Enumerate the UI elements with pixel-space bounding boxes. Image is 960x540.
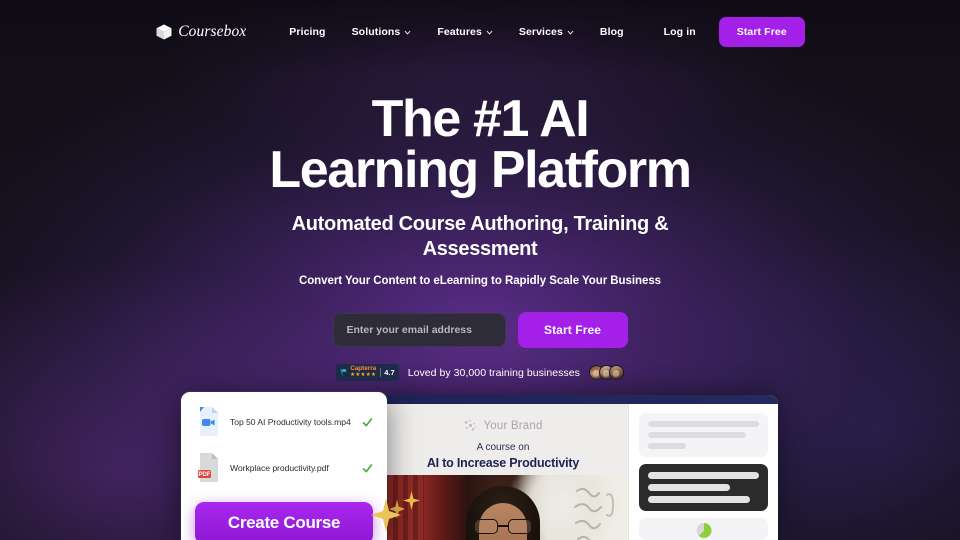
- file-row[interactable]: Top 50 AI Productivity tools.mp4: [195, 407, 373, 437]
- course-panel: Your Brand A course on AI to Increase Pr…: [378, 404, 628, 540]
- avatar-group: [588, 365, 624, 380]
- chevron-down-icon: [567, 30, 574, 35]
- presenter-head: [466, 486, 540, 540]
- chevron-down-icon: [486, 30, 493, 35]
- nav-item-blog[interactable]: Blog: [587, 20, 637, 44]
- glasses-icon: [474, 519, 532, 534]
- file-name: Workplace productivity.pdf: [230, 463, 329, 473]
- check-icon: [362, 463, 373, 472]
- nav-item-label: Features: [437, 26, 482, 38]
- course-preview-window: Your Brand A course on AI to Increase Pr…: [378, 395, 778, 540]
- whiteboard-scribbles: [574, 487, 615, 540]
- course-title: AI to Increase Productivity: [426, 456, 580, 470]
- file-upload-card: Top 50 AI Productivity tools.mp4 PDF Wor…: [181, 392, 420, 540]
- svg-text:PDF: PDF: [199, 472, 211, 478]
- scatter-dots-logo-icon: [465, 419, 477, 431]
- skeleton-progress-card: [639, 518, 768, 540]
- nav-item-label: Services: [518, 26, 563, 38]
- file-row[interactable]: PDF Workplace productivity.pdf: [195, 453, 373, 483]
- sparkle-icon: [403, 491, 420, 510]
- course-brand-row: Your Brand: [378, 404, 628, 433]
- social-proof-text: Loved by 30,000 training businesses: [407, 366, 580, 379]
- heading-line-1: The #1 AI: [371, 90, 590, 148]
- navbar-start-free-button[interactable]: Start Free: [718, 17, 805, 47]
- skeleton-card-dark: [639, 464, 768, 511]
- login-link[interactable]: Log in: [651, 20, 709, 44]
- hero-subheading: Automated Course Authoring, Training & A…: [291, 213, 669, 260]
- nav-item-solutions[interactable]: Solutions: [339, 20, 425, 44]
- chevron-down-icon: [404, 30, 411, 35]
- course-pre-title: A course on: [476, 442, 530, 453]
- avatar: [608, 365, 624, 380]
- capterra-arrow-icon: [340, 369, 347, 377]
- brand-name: Coursebox: [178, 23, 247, 40]
- window-title-bar: [378, 395, 778, 404]
- capterra-stars: ★★★★★: [350, 372, 377, 379]
- hero-start-free-button[interactable]: Start Free: [517, 312, 628, 348]
- skeleton-bar: [648, 432, 746, 438]
- email-input[interactable]: [332, 313, 506, 347]
- window-body: Your Brand A course on AI to Increase Pr…: [378, 404, 778, 540]
- pdf-file-icon: PDF: [198, 453, 218, 482]
- skeleton-bar: [648, 421, 759, 427]
- nav-item-label: Pricing: [289, 26, 326, 38]
- hero-tagline: Convert Your Content to eLearning to Rap…: [298, 275, 662, 287]
- nav-item-features[interactable]: Features: [424, 20, 506, 44]
- product-mockup: Your Brand A course on AI to Increase Pr…: [0, 392, 960, 540]
- navbar-inner: Coursebox Pricing Solutions Features Ser…: [155, 17, 805, 47]
- brand-logo[interactable]: Coursebox: [155, 23, 246, 41]
- skeleton-bar: [648, 484, 731, 491]
- social-proof-row: Capterra ★★★★★ 4.7 Loved by 30,000 train…: [0, 364, 960, 381]
- course-brand-label: Your Brand: [483, 419, 543, 432]
- capterra-badge[interactable]: Capterra ★★★★★ 4.7: [336, 364, 399, 381]
- heading-line-2: Learning Platform: [269, 141, 692, 199]
- nav-item-label: Blog: [599, 26, 624, 38]
- signup-form: Start Free: [0, 312, 960, 348]
- nav-item-pricing[interactable]: Pricing: [276, 20, 338, 44]
- nav-item-services[interactable]: Services: [506, 20, 587, 44]
- skeleton-panel: [628, 404, 778, 540]
- check-icon: [362, 417, 373, 426]
- capterra-text-stack: Capterra ★★★★★: [350, 366, 376, 379]
- nav-item-label: Solutions: [351, 26, 401, 38]
- cube-box-icon: [156, 24, 172, 40]
- video-file-icon: [200, 407, 218, 436]
- skeleton-bar: [648, 443, 686, 449]
- create-course-button[interactable]: Create Course: [195, 502, 373, 540]
- page-title: The #1 AI Learning Platform: [0, 93, 960, 199]
- skeleton-bar: [648, 496, 751, 503]
- sparkle-icon: [371, 498, 401, 532]
- capterra-score: 4.7: [380, 368, 395, 377]
- skeleton-bar: [648, 472, 759, 479]
- login-label: Log in: [663, 26, 696, 38]
- file-name: Top 50 AI Productivity tools.mp4: [230, 417, 351, 427]
- skeleton-card-light: [639, 413, 768, 457]
- main-navbar: Coursebox Pricing Solutions Features Ser…: [0, 0, 960, 64]
